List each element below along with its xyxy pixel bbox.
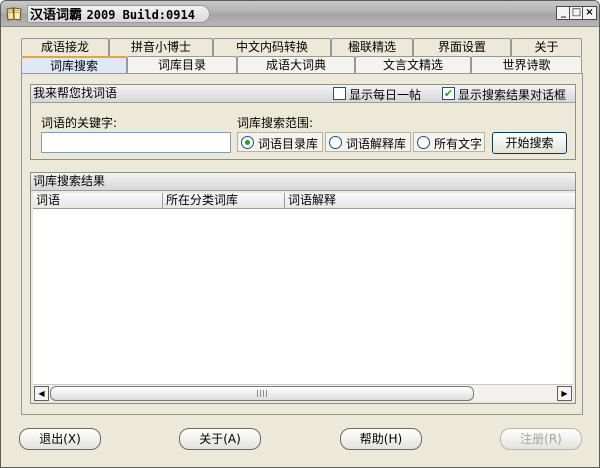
search-group-title: 我来帮您找词语 (33, 86, 118, 100)
column-header-explanation[interactable]: 词语解释 (285, 193, 575, 209)
tab-pinyin-expert[interactable]: 拼音小博士 (109, 38, 213, 56)
scope-explanation-label: 词语解释库 (346, 137, 407, 151)
results-group-title: 词库搜索结果 (33, 174, 106, 188)
show-results-dialog-checkbox[interactable]: ✔ (442, 87, 455, 100)
exit-button[interactable]: 退出(X) (19, 428, 101, 450)
scope-directory-radio[interactable] (241, 136, 254, 149)
register-button[interactable]: 注册(R) (500, 428, 582, 450)
scrollbar-thumb[interactable] (50, 386, 474, 401)
tab-panel-lexicon-search: 我来帮您找词语 显示每日一帖 ✔ 显示搜索结果对话框 词语的关键字: 词库搜索范… (21, 73, 583, 415)
search-group: 我来帮您找词语 显示每日一帖 ✔ 显示搜索结果对话框 词语的关键字: 词库搜索范… (30, 84, 576, 160)
tab-ui-settings[interactable]: 界面设置 (413, 38, 511, 56)
scroll-right-arrow-icon[interactable]: ▶ (557, 386, 572, 401)
results-group-header: 词库搜索结果 (31, 173, 575, 191)
start-search-button[interactable]: 开始搜索 (492, 132, 567, 154)
about-button[interactable]: 关于(A) (179, 428, 261, 450)
scroll-left-arrow-icon[interactable]: ◀ (34, 386, 49, 401)
tab-idiom-chain[interactable]: 成语接龙 (21, 38, 109, 56)
scope-directory-label: 词语目录库 (258, 137, 319, 151)
window-title-build: 2009 Build:0914 (86, 8, 195, 22)
column-header-category[interactable]: 所在分类词库 (163, 193, 285, 209)
results-group: 词库搜索结果 词语 所在分类词库 词语解释 ◀ ▶ (30, 172, 576, 404)
show-daily-checkbox[interactable] (333, 87, 346, 100)
show-daily-label[interactable]: 显示每日一帖 (349, 88, 421, 102)
scope-option-all-text[interactable]: 所有文字 (413, 132, 485, 152)
scope-label: 词库搜索范围: (237, 116, 314, 130)
scope-all-text-radio[interactable] (417, 136, 430, 149)
scope-option-directory[interactable]: 词语目录库 (237, 132, 323, 152)
window-title: 汉语词霸 2009 Build:0914 (27, 5, 210, 23)
window-title-name: 汉语词霸 (30, 8, 83, 23)
title-bar[interactable]: 汉语词霸 2009 Build:0914 _ □ × (1, 1, 599, 27)
horizontal-scrollbar[interactable]: ◀ ▶ (33, 384, 573, 401)
book-icon (6, 6, 22, 21)
help-button[interactable]: 帮助(H) (340, 428, 422, 450)
tab-code-convert[interactable]: 中文内码转换 (213, 38, 331, 56)
keyword-input[interactable] (41, 132, 231, 153)
tab-about[interactable]: 关于 (511, 38, 582, 56)
keyword-label: 词语的关键字: (41, 116, 118, 130)
tab-lexicon-directory[interactable]: 词库目录 (127, 56, 237, 74)
tab-world-poetry[interactable]: 世界诗歌 (471, 56, 582, 74)
tab-couplets[interactable]: 楹联精选 (331, 38, 413, 56)
tab-idiom-dictionary[interactable]: 成语大词典 (237, 56, 355, 74)
scope-all-text-label: 所有文字 (434, 137, 483, 151)
close-button[interactable]: × (582, 6, 597, 20)
show-results-dialog-label[interactable]: 显示搜索结果对话框 (458, 88, 566, 102)
scope-explanation-radio[interactable] (329, 136, 342, 149)
tab-lexicon-search[interactable]: 词库搜索 (21, 56, 127, 74)
scope-option-explanation[interactable]: 词语解释库 (325, 132, 411, 152)
tab-classical-prose[interactable]: 文言文精选 (355, 56, 471, 74)
grip-icon (257, 390, 267, 397)
column-header-word[interactable]: 词语 (33, 193, 163, 209)
results-table[interactable]: 词语 所在分类词库 词语解释 ◀ ▶ (33, 193, 575, 401)
app-window: 汉语词霸 2009 Build:0914 _ □ × 成语接龙 拼音小博士 中文… (0, 0, 600, 468)
